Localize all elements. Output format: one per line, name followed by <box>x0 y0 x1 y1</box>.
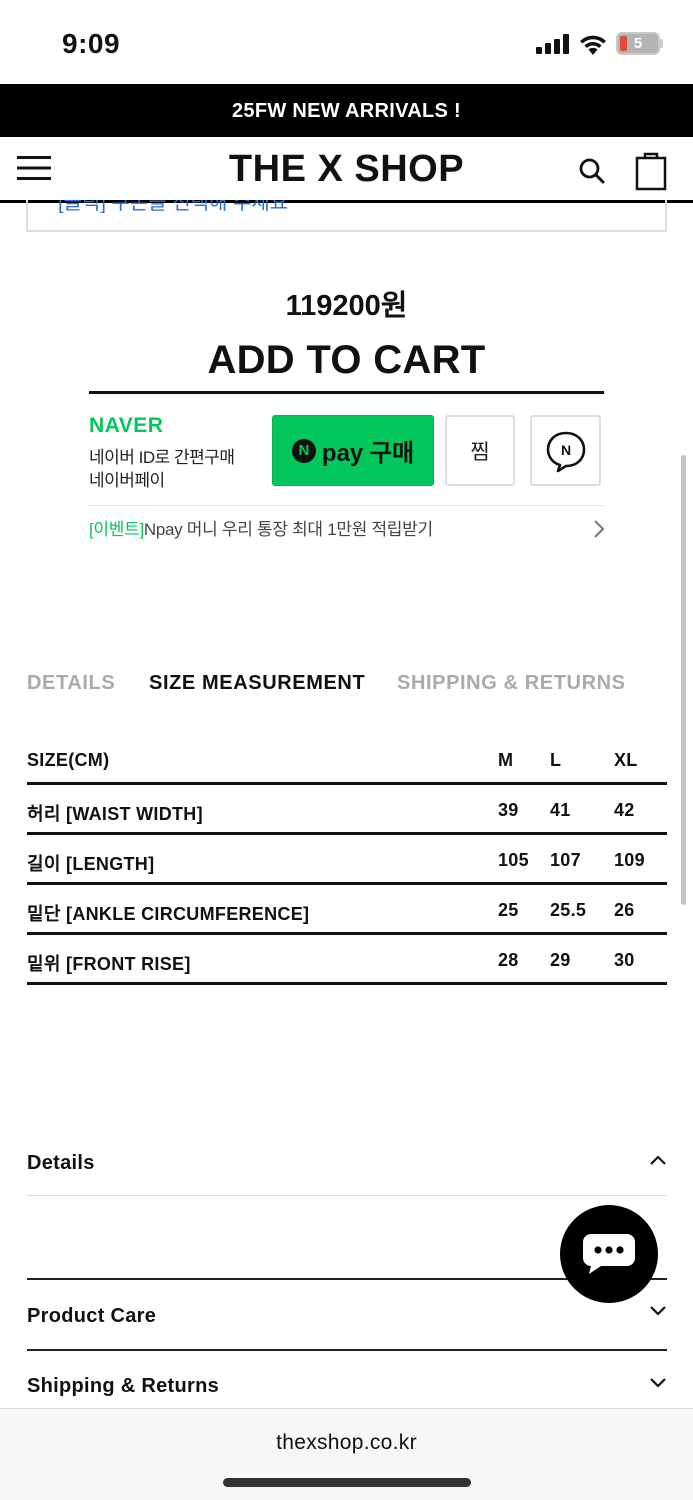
status-bar: 9:09 5 <box>0 0 693 84</box>
table-header-row: SIZE(CM) M L XL <box>27 735 667 785</box>
table-row: 밑단 [ANKLE CIRCUMFERENCE] 25 25.5 26 <box>27 885 667 935</box>
npay-logo-icon: N <box>291 438 316 463</box>
table-cell: 39 <box>498 800 519 820</box>
naver-pay-label: 네이버페이 <box>89 471 165 490</box>
naver-logo: NAVER <box>89 414 164 437</box>
naver-description: 네이버 ID로 간편구매 <box>89 448 235 467</box>
status-time: 9:09 <box>62 28 121 59</box>
svg-text:N: N <box>560 442 570 458</box>
accordion-title[interactable]: Shipping & Returns <box>27 1375 219 1398</box>
table-cell: 109 <box>614 850 645 870</box>
product-price: 119200원 <box>285 290 408 322</box>
table-cell: 밑위 [FRONT RISE] <box>27 954 191 974</box>
table-cell: 길이 [LENGTH] <box>27 854 155 874</box>
home-indicator[interactable] <box>223 1478 471 1487</box>
coupon-text: [클릭] 쿠폰을 선택해 주세요 <box>58 200 289 214</box>
add-to-cart-button[interactable]: ADD TO CART <box>89 332 604 394</box>
table-cell: 25.5 <box>550 900 587 920</box>
shopping-bag-icon[interactable] <box>634 151 668 191</box>
tab-shipping-returns[interactable]: SHIPPING & RETURNS <box>397 672 626 695</box>
table-header: L <box>550 750 562 770</box>
naver-divider <box>89 505 604 506</box>
table-cell: 107 <box>550 850 581 870</box>
divider <box>27 1349 667 1351</box>
table-cell: 105 <box>498 850 529 870</box>
table-cell: 41 <box>550 800 571 820</box>
table-row: 밑위 [FRONT RISE] 28 29 30 <box>27 935 667 985</box>
naver-pay-section: NAVER 네이버 ID로 간편구매 네이버페이 N pay 구매 찜 N [이… <box>89 412 606 542</box>
table-cell: 29 <box>550 950 571 970</box>
wishlist-button[interactable]: 찜 <box>445 415 515 486</box>
chat-button[interactable] <box>560 1205 658 1303</box>
npay-buy-button[interactable]: N pay 구매 <box>272 415 434 486</box>
naver-event-link[interactable]: [이벤트]Npay 머니 우리 통장 최대 1만원 적립받기 <box>89 515 433 540</box>
site-header: THE X SHOP <box>0 137 693 203</box>
naver-event-tag: [이벤트] <box>89 520 144 539</box>
battery-low-indicator <box>620 36 627 51</box>
coupon-selector[interactable]: [클릭] 쿠폰을 선택해 주세요 <box>26 200 667 232</box>
accordion-title[interactable]: Product Care <box>27 1305 156 1328</box>
chevron-down-icon[interactable] <box>649 1305 667 1317</box>
wifi-icon <box>580 35 606 55</box>
chevron-down-icon[interactable] <box>649 1377 667 1389</box>
announcement-bar[interactable]: 25FW NEW ARRIVALS ! <box>0 84 693 137</box>
chat-bubble-icon <box>583 1234 635 1274</box>
table-row: 허리 [WAIST WIDTH] 39 41 42 <box>27 785 667 835</box>
table-cell: 25 <box>498 900 519 920</box>
table-header: M <box>498 750 514 770</box>
table-cell: 밑단 [ANKLE CIRCUMFERENCE] <box>27 904 310 924</box>
tab-size-measurement[interactable]: SIZE MEASUREMENT <box>149 672 365 695</box>
size-table: SIZE(CM) M L XL 허리 [WAIST WIDTH] 39 41 4… <box>27 735 667 985</box>
table-cell: 42 <box>614 800 635 820</box>
table-row: 길이 [LENGTH] 105 107 109 <box>27 835 667 885</box>
table-cell: 26 <box>614 900 635 920</box>
signal-icon <box>536 34 569 54</box>
search-icon[interactable] <box>578 157 606 185</box>
table-cell: 28 <box>498 950 519 970</box>
scrollbar[interactable] <box>681 455 686 905</box>
table-cell: 허리 [WAIST WIDTH] <box>27 804 203 824</box>
product-info-tabs: DETAILS SIZE MEASUREMENT SHIPPING & RETU… <box>27 672 667 702</box>
naver-talk-button[interactable]: N <box>530 415 601 486</box>
table-header: XL <box>614 750 638 770</box>
naver-event-text: Npay 머니 우리 통장 최대 1만원 적립받기 <box>143 520 433 539</box>
browser-address-bar: thexshop.co.kr <box>0 1408 693 1500</box>
table-header: SIZE(CM) <box>27 750 110 770</box>
chevron-right-icon[interactable] <box>592 519 606 539</box>
naver-talk-icon: N <box>546 431 585 472</box>
table-cell: 30 <box>614 950 635 970</box>
chevron-up-icon[interactable] <box>649 1154 667 1166</box>
battery-icon: 5 <box>616 32 660 55</box>
accordion-title[interactable]: Details <box>27 1152 95 1175</box>
battery-nub <box>660 39 663 48</box>
divider <box>27 1195 667 1196</box>
tab-details[interactable]: DETAILS <box>27 672 115 695</box>
npay-buy-label: pay 구매 <box>321 440 415 467</box>
url-text[interactable]: thexshop.co.kr <box>0 1431 693 1455</box>
